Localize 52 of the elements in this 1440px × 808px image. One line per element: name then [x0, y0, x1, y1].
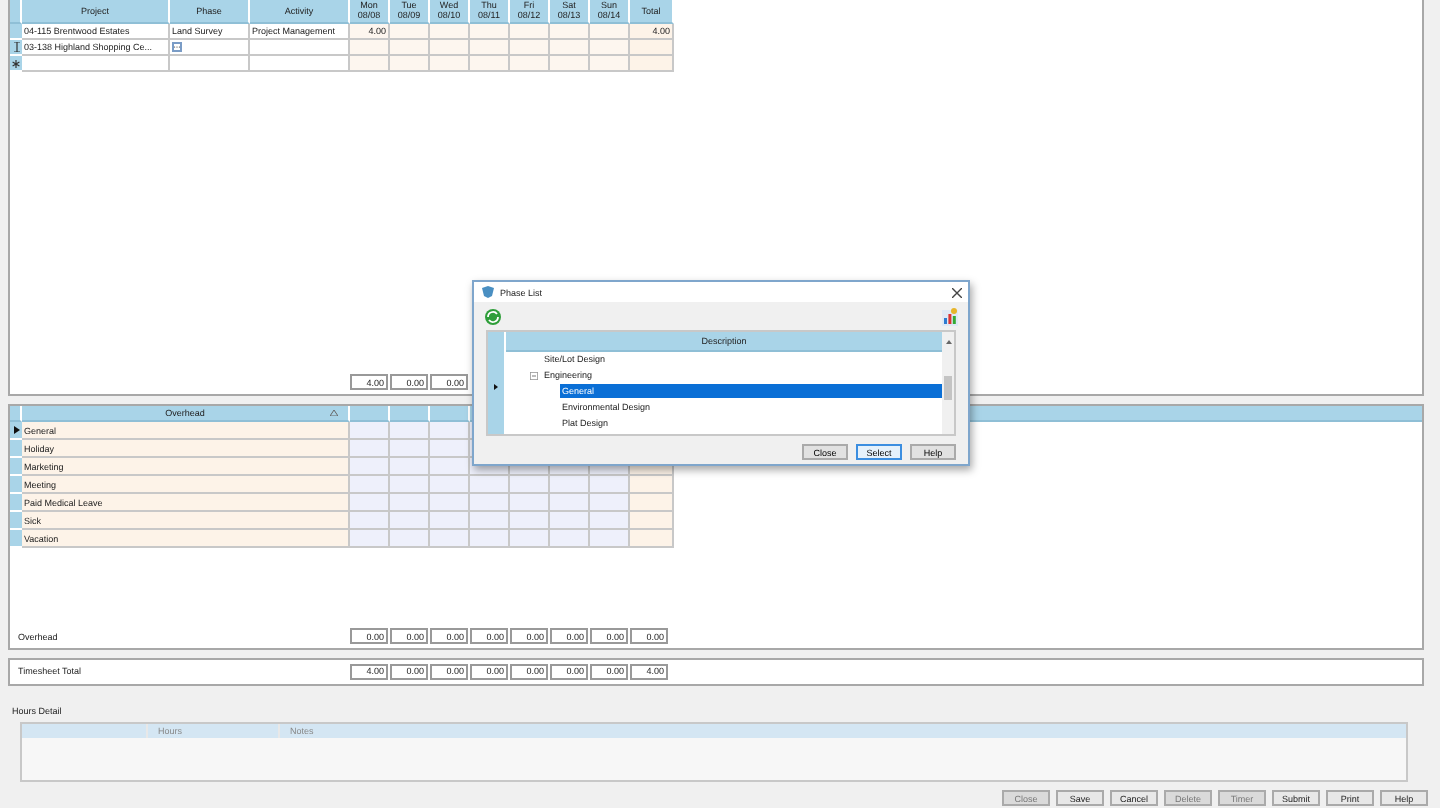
- table-cell: [390, 422, 430, 440]
- chart-button[interactable]: [942, 308, 958, 326]
- table-cell: [550, 512, 590, 530]
- table-cell: [550, 494, 590, 512]
- table-cell: [430, 494, 470, 512]
- scrollbar[interactable]: [942, 352, 954, 434]
- table-cell: [590, 512, 630, 530]
- table-cell: [350, 494, 390, 512]
- app-icon: [482, 286, 494, 298]
- edit-cursor-icon: [13, 42, 19, 52]
- table-cell: [470, 476, 510, 494]
- table-cell: [510, 494, 550, 512]
- table-cell: [590, 494, 630, 512]
- refresh-icon: [484, 308, 502, 326]
- table-cell: [550, 476, 590, 494]
- chart-icon: [942, 308, 958, 326]
- table-cell: [470, 512, 510, 530]
- close-button[interactable]: [950, 286, 962, 298]
- table-cell: [510, 512, 550, 530]
- table-cell: [470, 494, 510, 512]
- table-cell: [390, 530, 430, 548]
- table-cell: [430, 476, 470, 494]
- table-cell: [510, 476, 550, 494]
- table-cell: [510, 530, 550, 548]
- table-cell: [390, 476, 430, 494]
- scroll-up-button[interactable]: [942, 332, 954, 352]
- table-cell: [430, 530, 470, 548]
- table-cell: [630, 512, 674, 530]
- table-cell: [630, 476, 674, 494]
- table-cell: [350, 458, 390, 476]
- table-cell: [350, 530, 390, 548]
- table-cell: [350, 440, 390, 458]
- table-cell: [630, 494, 674, 512]
- table-cell: [350, 422, 390, 440]
- table-cell: [590, 530, 630, 548]
- table-cell: [350, 512, 390, 530]
- table-cell: [390, 440, 430, 458]
- table-cell: [470, 530, 510, 548]
- table-cell: [590, 476, 630, 494]
- sort-icon: [330, 410, 338, 416]
- table-cell: [390, 458, 430, 476]
- table-cell: [350, 476, 390, 494]
- caret-icon: [945, 340, 951, 344]
- table-cell: [390, 494, 430, 512]
- refresh-button[interactable]: [484, 308, 502, 326]
- new-row-icon: [12, 59, 20, 67]
- close-icon: [951, 287, 961, 297]
- table-cell: [550, 530, 590, 548]
- table-cell: [390, 512, 430, 530]
- table-cell: [630, 530, 674, 548]
- table-cell: [430, 512, 470, 530]
- browse-button[interactable]: [172, 42, 182, 52]
